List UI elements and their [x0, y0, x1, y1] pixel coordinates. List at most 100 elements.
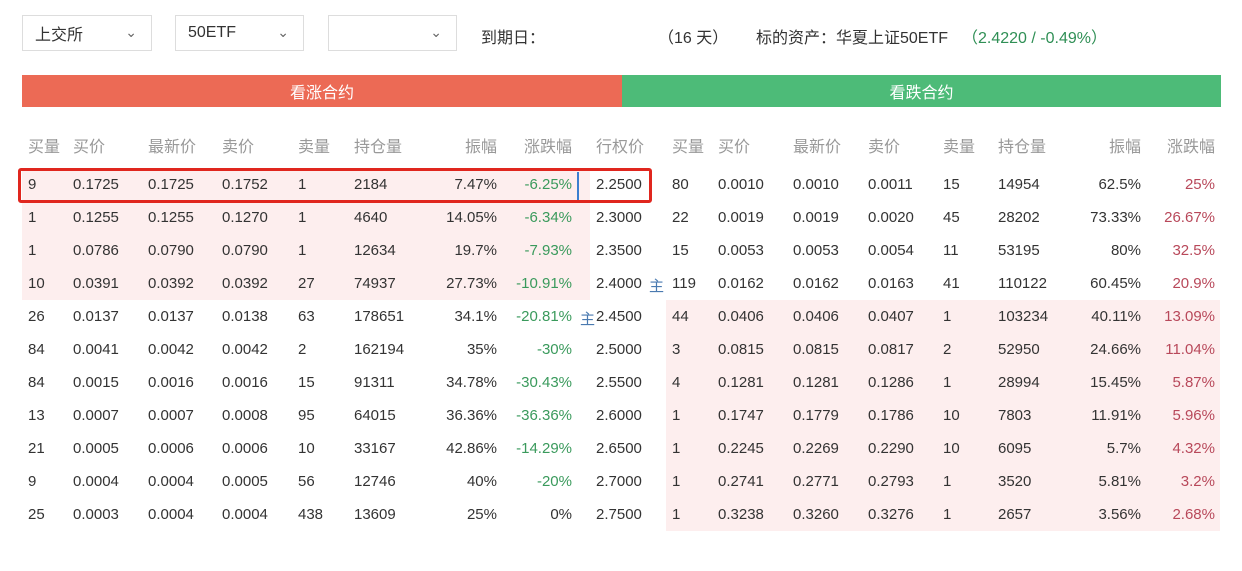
- put-amplitude: 15.45%: [1090, 374, 1141, 391]
- call-contracts-tab[interactable]: 看涨合约: [22, 75, 622, 107]
- put-bid-qty: 1: [672, 473, 681, 490]
- put-change-pct: 32.5%: [1172, 242, 1215, 259]
- call-header-last-price[interactable]: 最新价: [148, 133, 222, 157]
- call-header-bid-price[interactable]: 买价: [73, 133, 148, 157]
- put-last-price: 0.0010: [793, 176, 839, 193]
- put-bid-price: 0.3238: [718, 506, 764, 523]
- call-amplitude: 34.78%: [446, 374, 497, 391]
- put-change-pct: 25%: [1184, 176, 1215, 193]
- put-header-open-interest[interactable]: 持仓量: [998, 133, 1078, 157]
- table-row[interactable]: 10 0.0391 0.0392 0.0392 27 74937 27.73% -10.91%…: [0, 267, 1242, 300]
- table-row[interactable]: 26 0.0137 0.0137 0.0138 63 178651 34.1% -20.81%…: [0, 300, 1242, 333]
- put-header-bid-qty[interactable]: 买量: [672, 133, 718, 157]
- put-ask-price: 0.1786: [868, 407, 914, 424]
- call-header-ask-qty[interactable]: 卖量: [298, 133, 354, 157]
- call-open-interest: 12746: [354, 473, 396, 490]
- underlying-quote: （2.4220 / -0.49%）: [962, 30, 1107, 47]
- put-last-price: 0.0053: [793, 242, 839, 259]
- call-ask-price: 0.0042: [222, 341, 268, 358]
- table-row[interactable]: 1 0.1255 0.1255 0.1270 1 4640 14.05% -6.34% 2.30…: [0, 201, 1242, 234]
- call-open-interest: 64015: [354, 407, 396, 424]
- put-bid-qty: 22: [672, 209, 689, 226]
- call-amplitude: 35%: [466, 341, 497, 358]
- underlying-select[interactable]: 50ETF ⌄: [175, 15, 304, 51]
- call-open-interest: 178651: [354, 308, 405, 325]
- put-bid-price: 0.2245: [718, 440, 764, 457]
- table-row[interactable]: 84 0.0015 0.0016 0.0016 15 91311 34.78% -30.43%…: [0, 366, 1242, 399]
- call-amplitude: 14.05%: [446, 209, 497, 226]
- call-last-price: 0.0007: [148, 407, 194, 424]
- put-header-last-price[interactable]: 最新价: [793, 133, 868, 157]
- call-header-bid-qty[interactable]: 买量: [28, 133, 73, 157]
- call-change-pct: -14.29%: [516, 440, 572, 457]
- exchange-select[interactable]: 上交所 ⌄: [22, 15, 152, 51]
- strike-price: 2.6500: [596, 440, 642, 457]
- table-row[interactable]: 9 0.0004 0.0004 0.0005 56 12746 40% -20% 2.7000 1…: [0, 465, 1242, 498]
- put-bid-price: 0.1281: [718, 374, 764, 391]
- call-ask-qty: 2: [298, 341, 307, 358]
- call-bid-price: 0.0041: [73, 341, 119, 358]
- put-bid-price: 0.0053: [718, 242, 764, 259]
- call-header-amplitude[interactable]: 振幅: [434, 133, 497, 157]
- put-ask-price: 0.2793: [868, 473, 914, 490]
- put-header-bid-price[interactable]: 买价: [718, 133, 793, 157]
- put-bid-qty: 80: [672, 176, 689, 193]
- table-row[interactable]: 84 0.0041 0.0042 0.0042 2 162194 35% -30% 2.5000…: [0, 333, 1242, 366]
- put-amplitude: 60.45%: [1090, 275, 1141, 292]
- put-bid-price: 0.0010: [718, 176, 764, 193]
- main-contract-marker: 主: [580, 311, 596, 328]
- call-ask-qty: 438: [298, 506, 324, 523]
- call-open-interest: 12634: [354, 242, 396, 259]
- put-ask-qty: 1: [943, 308, 952, 325]
- expiry-label: 到期日：: [481, 30, 546, 47]
- call-bid-price: 0.0004: [73, 473, 119, 490]
- put-ask-price: 0.2290: [868, 440, 914, 457]
- expiry-select[interactable]: ⌄: [328, 15, 457, 51]
- put-change-pct: 26.67%: [1164, 209, 1215, 226]
- put-ask-price: 0.0011: [868, 176, 913, 193]
- put-bid-price: 0.1747: [718, 407, 764, 424]
- chevron-down-icon: ⌄: [277, 24, 289, 40]
- call-change-pct: 0%: [550, 506, 572, 523]
- call-bid-price: 0.0015: [73, 374, 119, 391]
- put-contracts-tab[interactable]: 看跌合约: [622, 75, 1221, 107]
- call-header-change-pct[interactable]: 涨跌幅: [497, 133, 572, 157]
- table-row[interactable]: 21 0.0005 0.0006 0.0006 10 33167 42.86% -14.29%…: [0, 432, 1242, 465]
- call-last-price: 0.0004: [148, 506, 194, 523]
- exchange-value: 上交所: [35, 27, 84, 44]
- call-last-price: 0.0137: [148, 308, 194, 325]
- table-row[interactable]: 25 0.0003 0.0004 0.0004 438 13609 25% 0% 2.7500 1…: [0, 498, 1242, 531]
- put-change-pct: 20.9%: [1172, 275, 1215, 292]
- table-row[interactable]: 1 0.0786 0.0790 0.0790 1 12634 19.7% -7.93% 2.35…: [0, 234, 1242, 267]
- put-header-ask-price[interactable]: 卖价: [868, 133, 943, 157]
- call-bid-qty: 84: [28, 374, 45, 391]
- call-header-ask-price[interactable]: 卖价: [222, 133, 298, 157]
- put-header-ask-qty[interactable]: 卖量: [943, 133, 998, 157]
- put-ask-price: 0.0407: [868, 308, 914, 325]
- call-amplitude: 27.73%: [446, 275, 497, 292]
- put-amplitude: 5.81%: [1098, 473, 1141, 490]
- put-ask-qty: 10: [943, 440, 960, 457]
- call-header-open-interest[interactable]: 持仓量: [354, 133, 434, 157]
- put-ask-qty: 10: [943, 407, 960, 424]
- put-bid-qty: 1: [672, 407, 681, 424]
- table-row[interactable]: 13 0.0007 0.0007 0.0008 95 64015 36.36% -36.36%…: [0, 399, 1242, 432]
- put-amplitude: 5.7%: [1106, 440, 1141, 457]
- put-ask-qty: 1: [943, 506, 952, 523]
- strike-price: 2.7500: [596, 506, 642, 523]
- put-header-change-pct[interactable]: 涨跌幅: [1141, 133, 1215, 157]
- strike-header: 行权价: [596, 139, 645, 156]
- call-bid-price: 0.0007: [73, 407, 119, 424]
- call-ask-qty: 10: [298, 440, 315, 457]
- put-open-interest: 7803: [998, 407, 1032, 424]
- call-bid-qty: 1: [28, 242, 37, 259]
- call-ask-qty: 15: [298, 374, 315, 391]
- call-bid-price: 0.0391: [73, 275, 119, 292]
- put-last-price: 0.1779: [793, 407, 839, 424]
- call-bid-price: 0.1255: [73, 209, 119, 226]
- call-change-pct: -6.34%: [524, 209, 572, 226]
- put-open-interest: 52950: [998, 341, 1040, 358]
- call-amplitude: 34.1%: [454, 308, 497, 325]
- put-header-amplitude[interactable]: 振幅: [1078, 133, 1141, 157]
- call-change-pct: -30%: [536, 341, 572, 358]
